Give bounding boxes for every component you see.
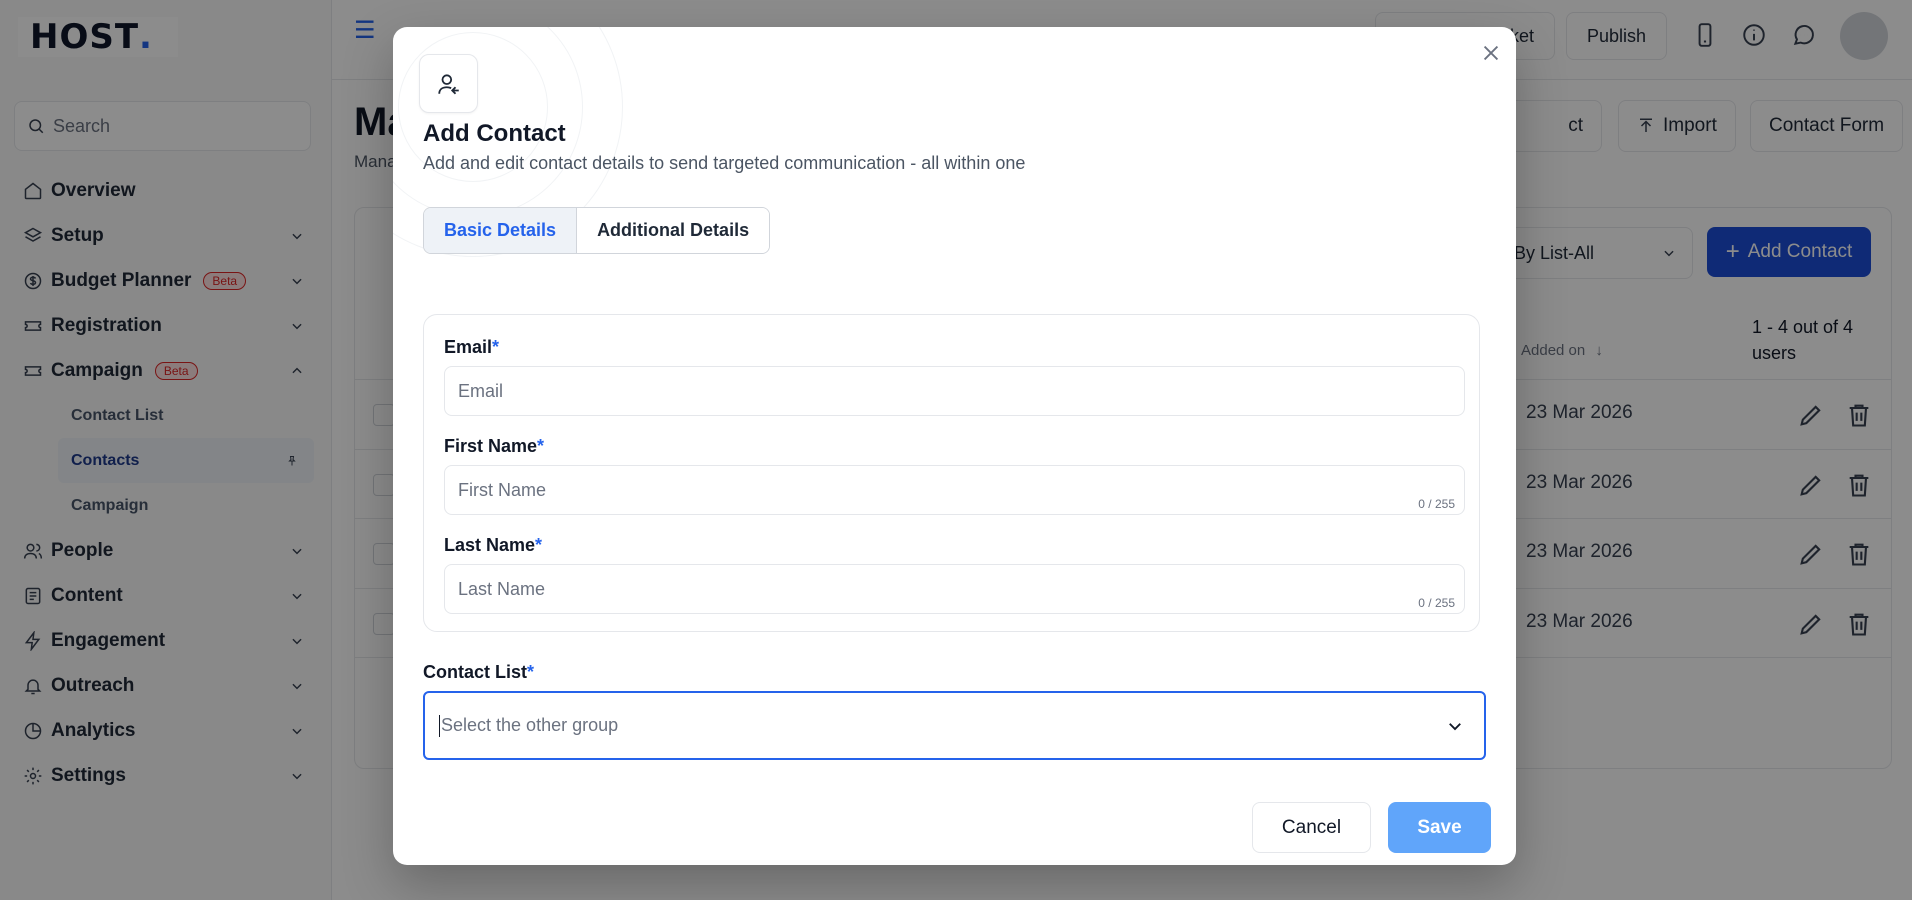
close-icon: [1483, 45, 1499, 61]
char-counter: 0 / 255: [1418, 497, 1455, 511]
first-name-placeholder: First Name: [458, 479, 547, 500]
label-text: Email: [444, 337, 493, 357]
chevron-down-icon: [1449, 723, 1461, 731]
add-contact-modal: Add Contact Add and edit contact details…: [393, 27, 1516, 865]
required-mark: *: [535, 535, 543, 555]
contact-list-select[interactable]: Select the other group: [423, 691, 1486, 760]
save-button[interactable]: Save: [1388, 802, 1491, 853]
cancel-label: Cancel: [1281, 816, 1342, 838]
tab-basic-details[interactable]: Basic Details: [424, 208, 578, 253]
close-button[interactable]: [1476, 38, 1506, 68]
add-user-icon: [437, 73, 459, 94]
add-user-icon-badge: [419, 54, 478, 113]
label-text: Contact List: [423, 662, 528, 682]
required-mark: *: [537, 436, 545, 456]
first-name-field[interactable]: First Name 0 / 255: [444, 465, 1465, 515]
first-name-label: First Name*: [444, 436, 544, 457]
label-text: Last Name: [444, 535, 536, 555]
last-name-label: Last Name*: [444, 535, 542, 556]
required-mark: *: [527, 662, 535, 682]
email-placeholder: Email: [458, 380, 504, 401]
required-mark: *: [492, 337, 500, 357]
modal-tabs: Basic Details Additional Details: [423, 207, 771, 254]
tab-additional-details[interactable]: Additional Details: [577, 208, 770, 253]
char-counter: 0 / 255: [1418, 596, 1455, 610]
label-text: First Name: [444, 436, 538, 456]
tab-label: Basic Details: [444, 220, 557, 240]
email-label: Email*: [444, 337, 499, 358]
tab-label: Additional Details: [597, 220, 750, 240]
contact-list-placeholder: Select the other group: [441, 715, 619, 735]
basic-details-fieldset: Email* Email First Name* First Name 0 / …: [423, 314, 1480, 632]
contact-list-label: Contact List*: [423, 662, 534, 683]
text-cursor: [439, 714, 440, 737]
modal-subtitle: Add and edit contact details to send tar…: [423, 153, 1026, 173]
last-name-field[interactable]: Last Name 0 / 255: [444, 564, 1465, 614]
cancel-button[interactable]: Cancel: [1252, 802, 1371, 853]
save-label: Save: [1417, 816, 1462, 838]
email-field[interactable]: Email: [444, 366, 1465, 416]
modal-title: Add Contact: [423, 120, 566, 147]
last-name-placeholder: Last Name: [458, 578, 546, 599]
